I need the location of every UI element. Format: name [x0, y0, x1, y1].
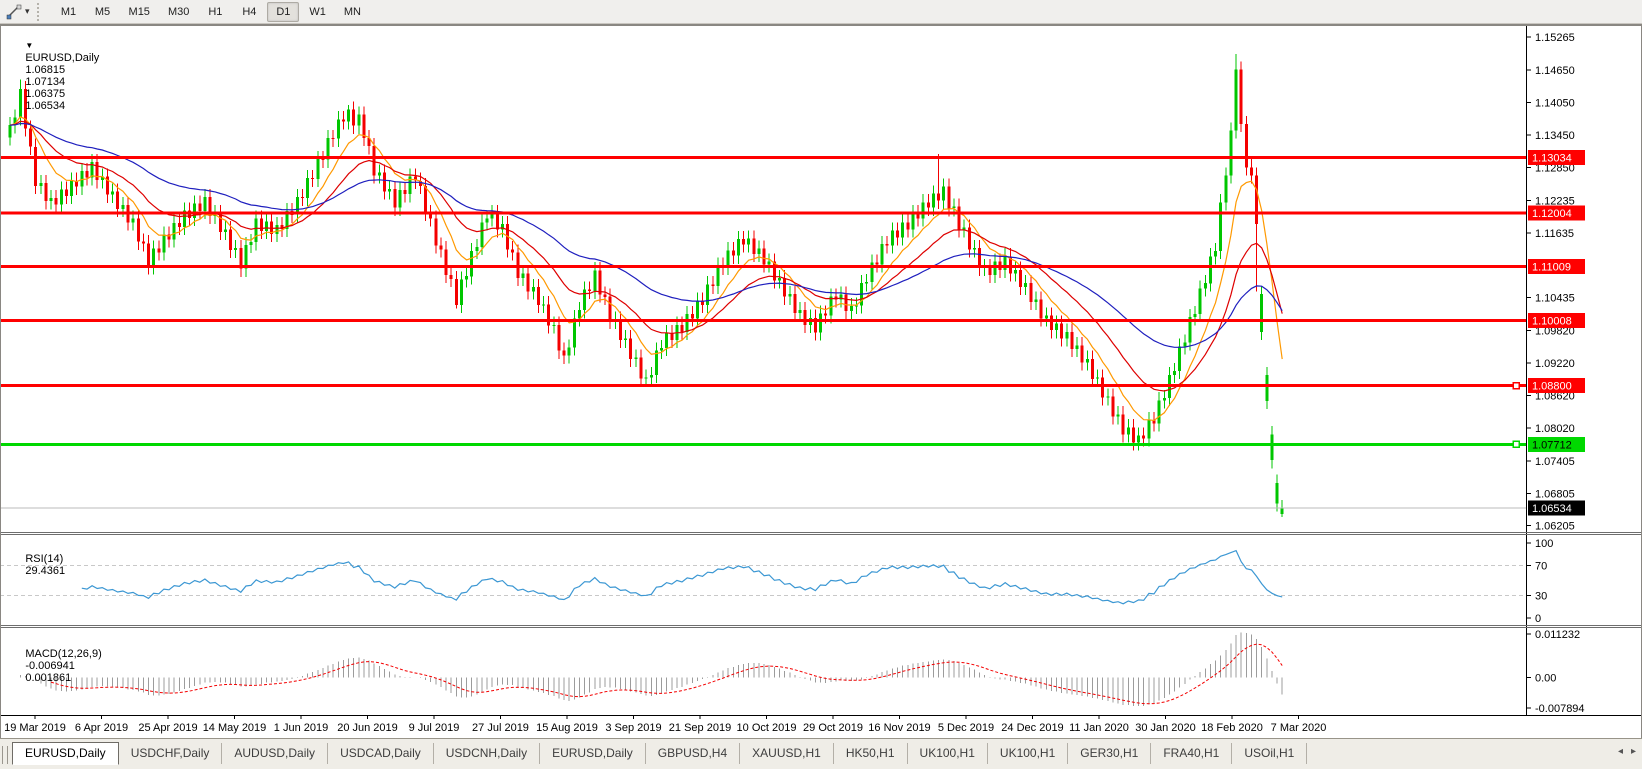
svg-text:1 Jun 2019: 1 Jun 2019 [274, 722, 328, 734]
svg-text:1.08800: 1.08800 [1532, 381, 1572, 393]
timeframe-d1-button[interactable]: D1 [267, 2, 299, 22]
svg-text:30 Jan 2020: 30 Jan 2020 [1135, 722, 1196, 734]
svg-text:19 Mar 2019: 19 Mar 2019 [4, 722, 66, 734]
svg-text:-0.007894: -0.007894 [1535, 703, 1585, 715]
chart-window: 1.152651.146501.140501.134501.128501.122… [0, 24, 1642, 738]
chart-title: ▼ EURUSD,Daily 1.06815 1.07134 1.06375 1… [7, 28, 99, 124]
svg-text:25 Apr 2019: 25 Apr 2019 [138, 722, 197, 734]
tab-audusd-daily[interactable]: AUDUSD,Daily [222, 743, 328, 764]
macd-name: MACD(12,26,9) [25, 648, 101, 660]
svg-text:0.011232: 0.011232 [1535, 629, 1580, 641]
tab-uk100-h1[interactable]: UK100,H1 [908, 743, 988, 764]
svg-text:1.06534: 1.06534 [1532, 503, 1572, 515]
timeframe-h1-button[interactable]: H1 [199, 2, 231, 22]
svg-text:1.12004: 1.12004 [1532, 208, 1572, 220]
tab-hk50-h1[interactable]: HK50,H1 [834, 743, 908, 764]
timeframe-m1-button[interactable]: M1 [53, 2, 85, 22]
tab-eurusd-daily[interactable]: EURUSD,Daily [540, 743, 646, 764]
tab-fra40-h1[interactable]: FRA40,H1 [1151, 743, 1232, 764]
svg-text:1.14650: 1.14650 [1535, 65, 1575, 77]
trading-terminal: ▾ M1M5M15M30H1H4D1W1MN 1.15265 1.14650 1.1… [0, 0, 1642, 769]
svg-text:1.06205: 1.06205 [1535, 521, 1575, 533]
ohlc-open: 1.06815 [25, 64, 65, 76]
collapse-icon[interactable]: ▼ [25, 41, 33, 50]
tab-usdcnh-daily[interactable]: USDCNH,Daily [434, 743, 540, 764]
ohlc-low: 1.06375 [25, 88, 65, 100]
svg-text:0.00: 0.00 [1535, 673, 1556, 685]
chart-tools-icon[interactable] [4, 3, 24, 21]
svg-text:14 May 2019: 14 May 2019 [203, 722, 267, 734]
svg-text:21 Sep 2019: 21 Sep 2019 [669, 722, 731, 734]
tab-ger30-h1[interactable]: GER30,H1 [1068, 743, 1151, 764]
svg-text:10 Oct 2019: 10 Oct 2019 [737, 722, 797, 734]
timeframe-m5-button[interactable]: M5 [87, 2, 119, 22]
svg-text:11 Jan 2020: 11 Jan 2020 [1069, 722, 1129, 734]
svg-text:70: 70 [1535, 561, 1547, 573]
tab-gbpusd-h4[interactable]: GBPUSD,H4 [646, 743, 740, 764]
svg-text:1.07712: 1.07712 [1532, 439, 1572, 451]
macd-label: MACD(12,26,9) -0.006941 0.001861 [7, 636, 106, 696]
timeframe-h4-button[interactable]: H4 [233, 2, 265, 22]
svg-text:1.11009: 1.11009 [1532, 262, 1571, 274]
tab-uk100-h1[interactable]: UK100,H1 [988, 743, 1068, 764]
svg-text:100: 100 [1535, 538, 1553, 550]
svg-text:1.07405: 1.07405 [1535, 456, 1575, 468]
svg-text:1.15265: 1.15265 [1535, 32, 1575, 44]
chart-symbol: EURUSD,Daily [25, 52, 99, 64]
svg-text:20 Jun 2019: 20 Jun 2019 [337, 722, 398, 734]
price-chart-canvas[interactable]: 1.152651.146501.140501.134501.128501.122… [0, 25, 1642, 739]
svg-text:1.10435: 1.10435 [1535, 293, 1575, 305]
tabbar-grip [2, 746, 8, 764]
svg-text:30: 30 [1535, 591, 1547, 603]
svg-text:6 Apr 2019: 6 Apr 2019 [75, 722, 128, 734]
svg-text:18 Feb 2020: 18 Feb 2020 [1201, 722, 1263, 734]
tab-usdcad-daily[interactable]: USDCAD,Daily [328, 743, 434, 764]
svg-text:3 Sep 2019: 3 Sep 2019 [605, 722, 661, 734]
svg-text:16 Nov 2019: 16 Nov 2019 [868, 722, 930, 734]
macd-signal: 0.001861 [25, 672, 71, 684]
ohlc-high: 1.07134 [25, 76, 65, 88]
tab-scroll-left-icon[interactable]: ◂ [1618, 746, 1623, 757]
svg-text:24 Dec 2019: 24 Dec 2019 [1001, 722, 1063, 734]
chart-tabs: EURUSD,DailyUSDCHF,DailyAUDUSD,DailyUSDC… [12, 742, 1307, 764]
svg-text:7 Mar 2020: 7 Mar 2020 [1271, 722, 1327, 734]
symbol-tabbar: EURUSD,DailyUSDCHF,DailyAUDUSD,DailyUSDC… [0, 738, 1642, 769]
ohlc-close: 1.06534 [25, 100, 65, 112]
svg-text:1.13034: 1.13034 [1532, 152, 1572, 164]
rsi-label: RSI(14) 29.4361 [7, 541, 69, 589]
timeframe-toolbar: ▾ M1M5M15M30H1H4D1W1MN [0, 0, 1642, 24]
svg-text:1.06805: 1.06805 [1535, 488, 1575, 500]
svg-text:1.11635: 1.11635 [1535, 228, 1574, 240]
tab-scroll-right-icon[interactable]: ▸ [1631, 746, 1636, 757]
svg-text:9 Jul 2019: 9 Jul 2019 [409, 722, 460, 734]
tab-usoil-h1[interactable]: USOil,H1 [1232, 743, 1307, 764]
svg-text:1.13450: 1.13450 [1535, 130, 1575, 142]
svg-text:1.08020: 1.08020 [1535, 423, 1575, 435]
svg-text:27 Jul 2019: 27 Jul 2019 [472, 722, 529, 734]
svg-text:29 Oct 2019: 29 Oct 2019 [803, 722, 863, 734]
timeframe-m15-button[interactable]: M15 [121, 2, 158, 22]
svg-text:1.09220: 1.09220 [1535, 358, 1575, 370]
tab-xauusd-h1[interactable]: XAUUSD,H1 [740, 743, 834, 764]
tab-usdchf-daily[interactable]: USDCHF,Daily [119, 743, 223, 764]
rsi-value: 29.4361 [25, 565, 65, 577]
svg-text:5 Dec 2019: 5 Dec 2019 [938, 722, 994, 734]
timeframe-m30-button[interactable]: M30 [160, 2, 197, 22]
svg-text:1.10008: 1.10008 [1532, 316, 1572, 328]
macd-main: -0.006941 [25, 660, 75, 672]
toolbar-grip[interactable] [37, 3, 42, 21]
svg-text:0: 0 [1535, 613, 1541, 625]
timeframe-buttons: M1M5M15M30H1H4D1W1MN [52, 2, 370, 22]
rsi-name: RSI(14) [25, 553, 63, 565]
timeframe-w1-button[interactable]: W1 [301, 2, 334, 22]
timeframe-mn-button[interactable]: MN [336, 2, 369, 22]
svg-text:1.14050: 1.14050 [1535, 98, 1575, 110]
tab-eurusd-daily[interactable]: EURUSD,Daily [12, 742, 119, 765]
svg-text:15 Aug 2019: 15 Aug 2019 [536, 722, 598, 734]
chevron-down-icon[interactable]: ▾ [25, 6, 30, 17]
